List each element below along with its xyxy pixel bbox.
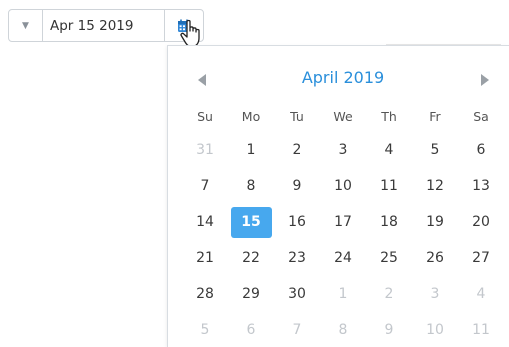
month-title[interactable]: April 2019 (168, 68, 509, 87)
day-label: 2 (292, 142, 302, 158)
day-label: 24 (334, 250, 352, 266)
day-label: 5 (200, 322, 210, 338)
day-label: 11 (472, 322, 490, 338)
day-cell[interactable]: 11 (366, 170, 412, 202)
day-cell[interactable]: 26 (412, 242, 458, 274)
day-label: 30 (288, 286, 306, 302)
weekday-label: Mo (241, 109, 261, 124)
day-label: 10 (426, 322, 444, 338)
day-cell[interactable]: 29 (228, 278, 274, 310)
day-label: 7 (292, 322, 302, 338)
day-cell[interactable]: 28 (182, 278, 228, 310)
day-label: 15 (230, 207, 272, 238)
day-cell[interactable]: 10 (320, 170, 366, 202)
day-cell[interactable]: 16 (274, 206, 320, 238)
day-label: 3 (430, 286, 440, 302)
day-cell[interactable]: 27 (458, 242, 504, 274)
day-label: 3 (338, 142, 348, 158)
dropdown-toggle-button[interactable]: ▼ (9, 10, 43, 41)
day-cell[interactable]: 17 (320, 206, 366, 238)
day-cell[interactable]: 3 (320, 134, 366, 166)
day-label: 18 (380, 214, 398, 230)
day-label: 1 (246, 142, 256, 158)
day-cell[interactable]: 25 (366, 242, 412, 274)
day-label: 25 (380, 250, 398, 266)
day-label: 21 (196, 250, 214, 266)
day-label: 4 (476, 286, 486, 302)
weekday-label: Sa (473, 109, 489, 124)
weekday-label: Tu (290, 109, 304, 124)
day-cell[interactable]: 30 (274, 278, 320, 310)
day-cell[interactable]: 22 (228, 242, 274, 274)
day-label: 20 (472, 214, 490, 230)
day-label: 4 (384, 142, 394, 158)
day-cell[interactable]: 2 (274, 134, 320, 166)
day-cell-selected[interactable]: 15 (228, 206, 274, 238)
day-cell[interactable]: 6 (458, 134, 504, 166)
date-input[interactable] (43, 10, 164, 41)
day-label: 26 (426, 250, 444, 266)
weekday-label: Su (197, 109, 213, 124)
day-label: 11 (380, 178, 398, 194)
day-label: 6 (246, 322, 256, 338)
day-cell[interactable]: 4 (458, 278, 504, 310)
day-cell[interactable]: 21 (182, 242, 228, 274)
day-cell[interactable]: 20 (458, 206, 504, 238)
day-cell[interactable]: 5 (182, 314, 228, 346)
day-label: 28 (196, 286, 214, 302)
day-cell[interactable]: 14 (182, 206, 228, 238)
day-cell[interactable]: 9 (366, 314, 412, 346)
day-cell[interactable]: 2 (366, 278, 412, 310)
day-cell[interactable]: 12 (412, 170, 458, 202)
day-label: 19 (426, 214, 444, 230)
day-cell[interactable]: 6 (228, 314, 274, 346)
day-label: 27 (472, 250, 490, 266)
day-label: 16 (288, 214, 306, 230)
day-cell[interactable]: 1 (228, 134, 274, 166)
day-label: 9 (292, 178, 302, 194)
day-label: 13 (472, 178, 490, 194)
weekday-label: Th (381, 109, 397, 124)
day-cell[interactable]: 24 (320, 242, 366, 274)
day-label: 8 (246, 178, 256, 194)
day-cell[interactable]: 9 (274, 170, 320, 202)
day-label: 23 (288, 250, 306, 266)
day-label: 17 (334, 214, 352, 230)
chevron-right-icon[interactable] (480, 73, 490, 87)
day-label: 12 (426, 178, 444, 194)
day-cell[interactable]: 7 (182, 170, 228, 202)
day-label: 10 (334, 178, 352, 194)
day-cell[interactable]: 8 (228, 170, 274, 202)
day-cell[interactable]: 7 (274, 314, 320, 346)
weekday-label: We (333, 109, 353, 124)
day-cell[interactable]: 1 (320, 278, 366, 310)
day-label: 9 (384, 322, 394, 338)
day-cell[interactable]: 5 (412, 134, 458, 166)
day-label: 7 (200, 178, 210, 194)
day-cell[interactable]: 4 (366, 134, 412, 166)
day-label: 22 (242, 250, 260, 266)
calendar-popup: April 2019 Su Mo Tu We Th Fr Sa 31 1 2 3 4 5 6… (167, 45, 509, 347)
day-cell[interactable]: 23 (274, 242, 320, 274)
day-label: 8 (338, 322, 348, 338)
day-cell[interactable]: 10 (412, 314, 458, 346)
day-cell[interactable]: 31 (182, 134, 228, 166)
day-label: 2 (384, 286, 394, 302)
day-cell[interactable]: 3 (412, 278, 458, 310)
weekday-label: Fr (429, 109, 441, 124)
day-label: 6 (476, 142, 486, 158)
day-cell[interactable]: 19 (412, 206, 458, 238)
day-cell[interactable]: 11 (458, 314, 504, 346)
day-cell[interactable]: 8 (320, 314, 366, 346)
day-label: 1 (338, 286, 348, 302)
day-label: 5 (430, 142, 440, 158)
day-label: 31 (196, 142, 214, 158)
caret-down-icon: ▼ (22, 20, 29, 31)
date-picker: ▼ (8, 9, 204, 42)
day-cell[interactable]: 18 (366, 206, 412, 238)
day-cell[interactable]: 13 (458, 170, 504, 202)
day-label: 14 (196, 214, 214, 230)
day-label: 29 (242, 286, 260, 302)
